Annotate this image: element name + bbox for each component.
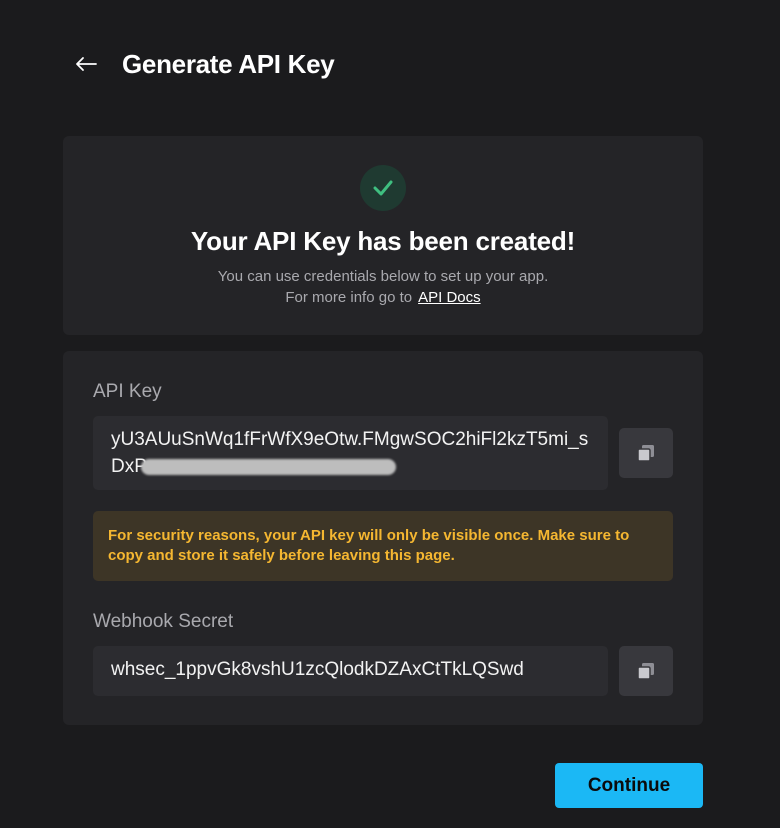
- api-key-field[interactable]: yU3AUuSnWq1fFrWfX9eOtw.FMgwSOC2hiFl2kzT5…: [93, 416, 608, 490]
- back-button[interactable]: [72, 50, 100, 78]
- success-card: Your API Key has been created! You can u…: [63, 136, 703, 335]
- page-title: Generate API Key: [122, 48, 335, 79]
- arrow-left-icon: [76, 57, 97, 71]
- docs-info-prefix: For more info go to: [285, 289, 413, 306]
- webhook-secret-field[interactable]: whsec_1ppvGk8vshU1zcQlodkDZAxCtTkLQSwd: [93, 646, 608, 696]
- webhook-secret-label: Webhook Secret: [93, 611, 234, 632]
- checkmark-icon: [373, 180, 393, 196]
- success-title: Your API Key has been created!: [190, 226, 576, 256]
- success-subtitle: You can use credentials below to set up …: [63, 266, 703, 308]
- copy-icon: [637, 445, 654, 462]
- credentials-card: API Key yU3AUuSnWq1fFrWfX9eOtw.FMgwSOC2h…: [63, 351, 703, 725]
- copy-icon: [637, 663, 654, 680]
- copy-webhook-secret-button[interactable]: [619, 646, 673, 696]
- success-badge: [360, 165, 406, 211]
- redaction-mask: [140, 458, 396, 475]
- continue-button[interactable]: Continue: [555, 763, 703, 808]
- security-warning: For security reasons, your API key will …: [93, 511, 673, 581]
- docs-info-line: For more info go to API Docs: [63, 287, 703, 308]
- header: Generate API Key: [72, 44, 335, 84]
- api-key-label: API Key: [93, 381, 162, 402]
- api-docs-link[interactable]: API Docs: [418, 289, 481, 306]
- copy-api-key-button[interactable]: [619, 428, 673, 478]
- success-subtitle-line: You can use credentials below to set up …: [217, 268, 549, 285]
- page: Generate API Key Your API Key has been c…: [0, 0, 780, 828]
